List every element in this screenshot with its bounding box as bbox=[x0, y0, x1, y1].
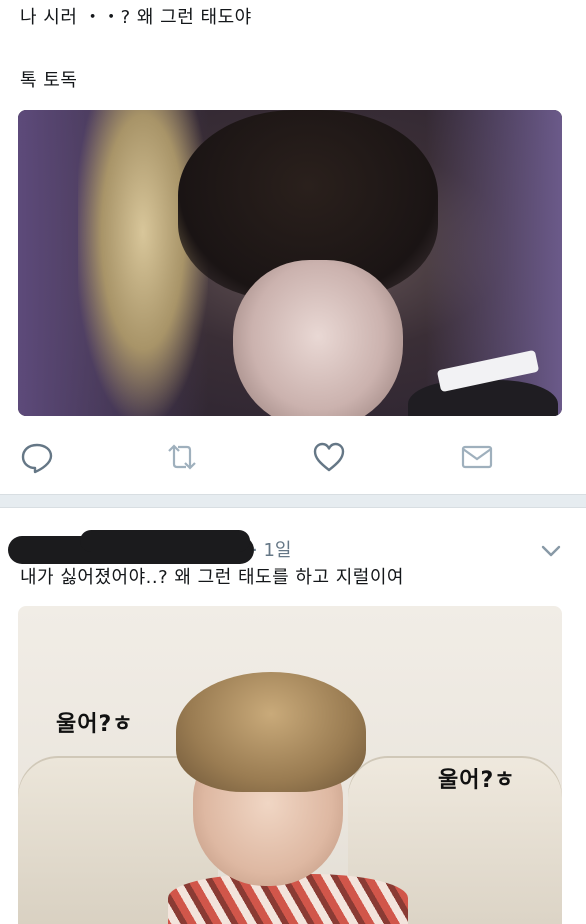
reply-icon[interactable] bbox=[20, 440, 54, 474]
image-caption: 울어?ㅎ bbox=[56, 712, 134, 737]
image-region bbox=[233, 260, 403, 416]
chevron-down-icon[interactable] bbox=[540, 540, 562, 562]
retweet-icon[interactable] bbox=[165, 440, 199, 474]
tweet-media-image[interactable]: 울어?ㅎ 울어?ㅎ bbox=[18, 606, 562, 924]
tweet-text-line: 톡 토독 bbox=[20, 70, 78, 91]
redacted-username bbox=[80, 530, 250, 552]
tweet-timestamp[interactable]: · 1일 bbox=[252, 536, 291, 562]
heart-icon[interactable] bbox=[312, 440, 346, 474]
image-region bbox=[176, 672, 366, 792]
image-caption: 울어?ㅎ bbox=[438, 768, 516, 793]
tweet-media-image[interactable] bbox=[18, 110, 562, 416]
tweet-text: 내가 싫어졌어야..? 왜 그런 태도를 하고 지럴이여 bbox=[20, 567, 404, 588]
image-region bbox=[408, 380, 558, 416]
image-region bbox=[78, 110, 208, 416]
tweet-divider bbox=[0, 494, 586, 508]
envelope-icon[interactable] bbox=[460, 440, 494, 474]
tweet-text-line: 나 시러 ・・? 왜 그런 태도야 bbox=[20, 7, 252, 28]
